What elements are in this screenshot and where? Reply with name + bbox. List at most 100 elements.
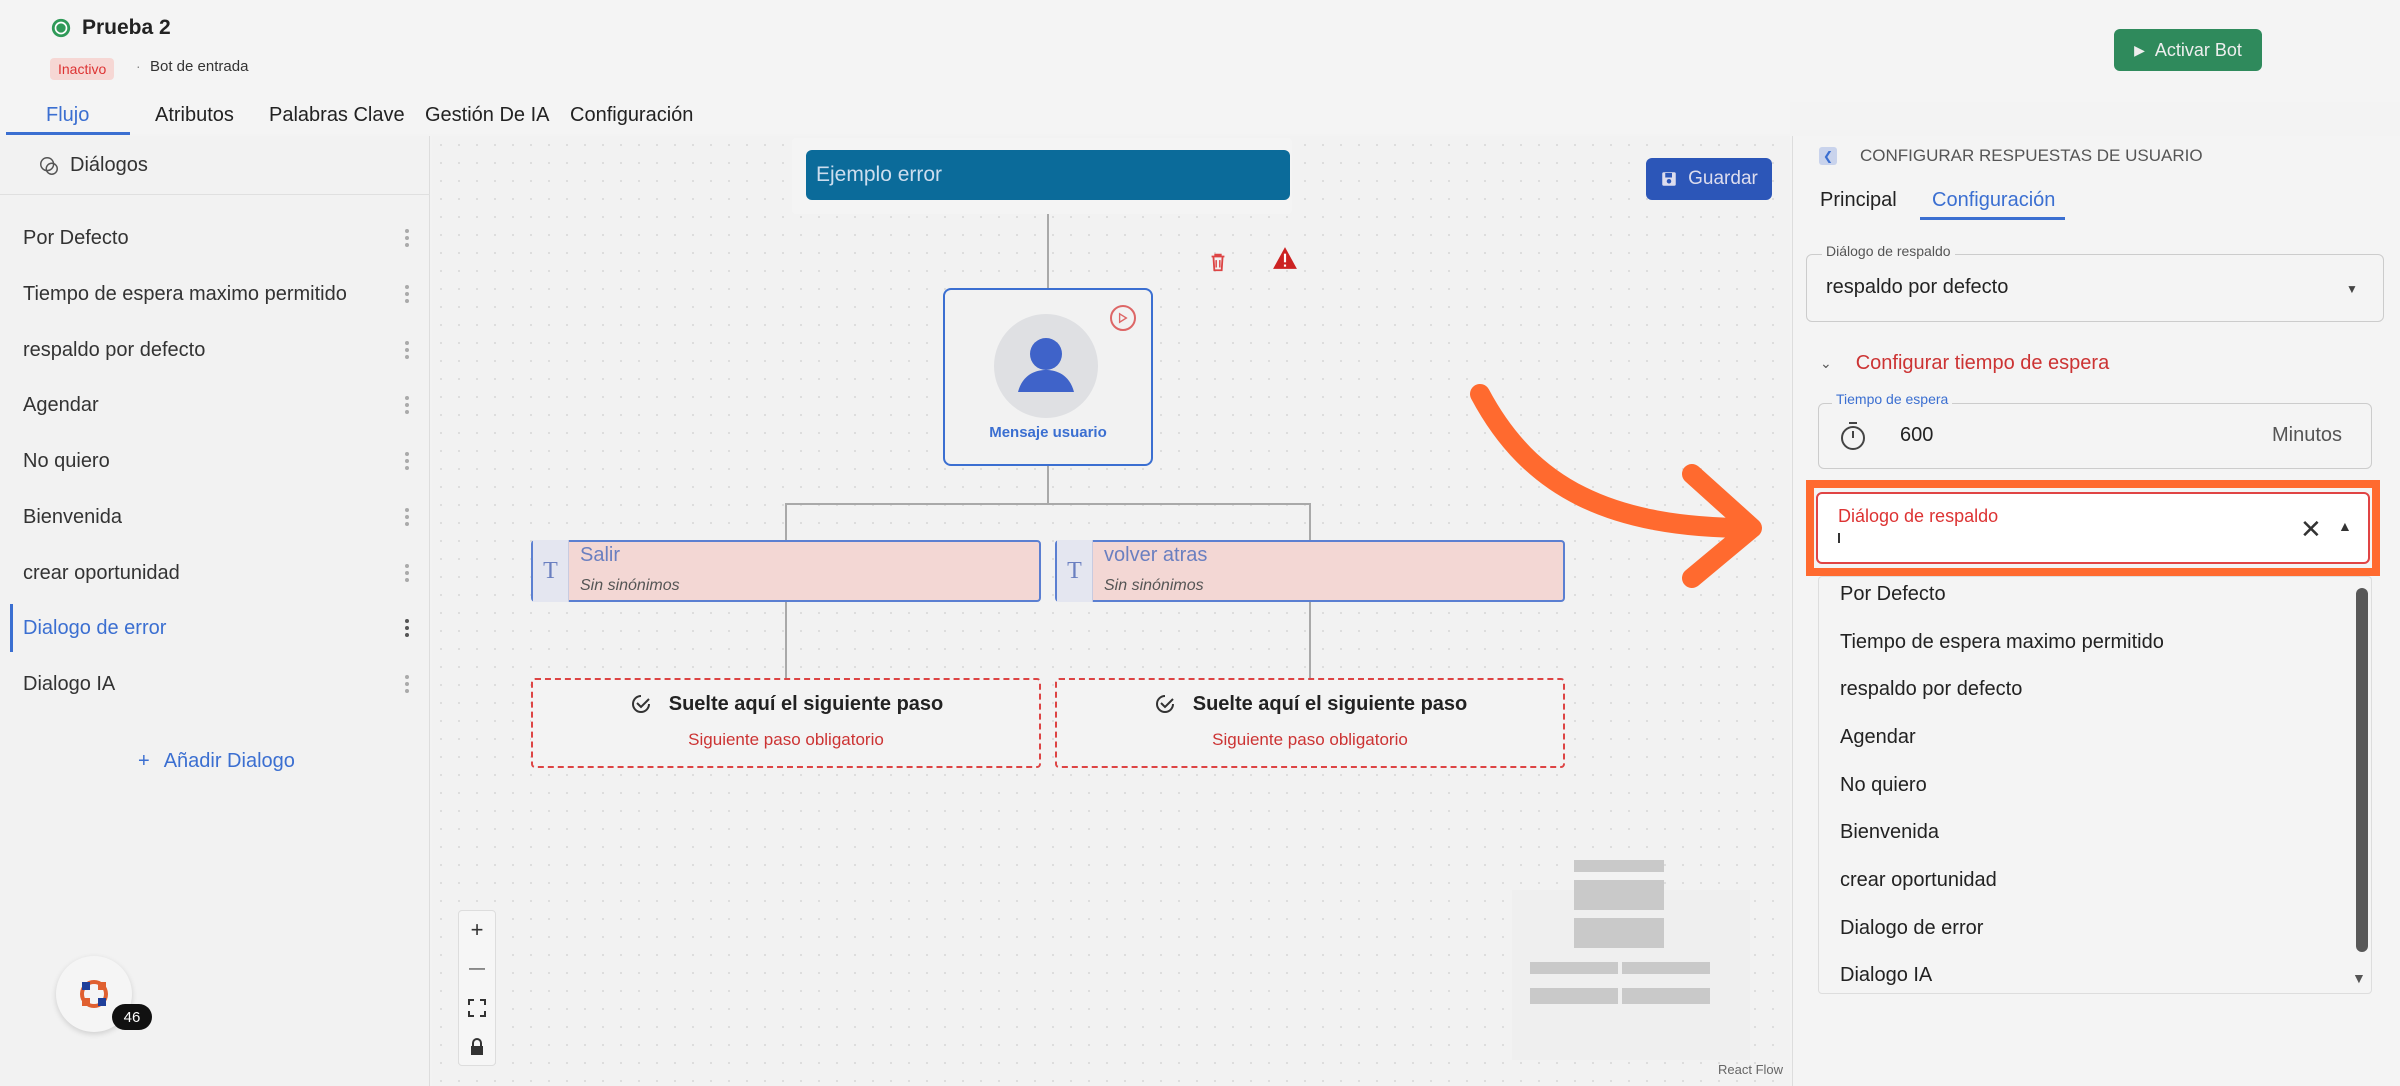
sidebar-item-label: No quiero <box>23 449 110 472</box>
fallback-select-label: Diálogo de respaldo <box>1822 243 1955 259</box>
add-dialog-button[interactable]: + Añadir Dialogo <box>138 750 295 773</box>
timeout-section-toggle[interactable]: ⌄ Configurar tiempo de espera <box>1820 352 2109 375</box>
separator-dot: · <box>136 58 141 74</box>
sidebar-item-dialogo-ia[interactable]: Dialogo IA <box>10 660 420 708</box>
option-title: Salir <box>580 544 621 566</box>
tab-gestion-ia[interactable]: Gestión De IA <box>425 104 550 127</box>
dropdown-option[interactable]: No quiero <box>1840 774 1927 797</box>
connector-line <box>785 602 787 678</box>
dropdown-option[interactable]: Tiempo de espera maximo permitido <box>1840 631 2164 654</box>
more-options-icon[interactable] <box>404 508 410 526</box>
drop-zone-required: Siguiente paso obligatorio <box>1212 730 1408 749</box>
drop-zone-required: Siguiente paso obligatorio <box>688 730 884 749</box>
bot-title: Prueba 2 <box>82 16 171 39</box>
react-flow-attribution[interactable]: React Flow <box>1718 1062 1783 1077</box>
more-options-icon[interactable] <box>404 619 410 637</box>
sidebar-item-agendar[interactable]: Agendar <box>10 381 420 429</box>
zoom-out-button[interactable]: — <box>458 949 496 988</box>
scrollbar[interactable] <box>2356 588 2368 952</box>
sidebar-item-label: crear oportunidad <box>23 561 180 584</box>
tab-configuracion-panel[interactable]: Configuración <box>1932 189 2055 212</box>
user-node-label: Mensaje usuario <box>989 424 1107 441</box>
drop-zone-text: Suelte aquí el siguiente paso <box>668 692 944 715</box>
more-options-icon[interactable] <box>404 341 410 359</box>
lock-icon <box>471 1037 483 1055</box>
sidebar-item-tiempo-espera[interactable]: Tiempo de espera maximo permitido <box>10 270 420 318</box>
fit-view-icon <box>468 998 486 1017</box>
sidebar-item-no-quiero[interactable]: No quiero <box>10 437 420 485</box>
more-options-icon[interactable] <box>404 229 410 247</box>
drop-icon <box>631 695 650 713</box>
connector-line <box>785 503 1310 505</box>
minimap-node <box>1622 988 1710 1004</box>
app-header <box>0 0 2400 102</box>
status-badge: Inactivo <box>50 58 115 80</box>
more-options-icon[interactable] <box>404 675 410 693</box>
activate-bot-label: Activar Bot <box>2154 39 2242 60</box>
more-options-icon[interactable] <box>404 564 410 582</box>
node-settings-icon[interactable] <box>1110 305 1136 331</box>
plus-icon: + <box>138 750 150 772</box>
sidebar-item-crear-oportunidad[interactable]: crear oportunidad <box>10 549 420 597</box>
dropdown-option[interactable]: respaldo por defecto <box>1840 678 2022 701</box>
caret-up-icon[interactable]: ▲ <box>2338 518 2352 534</box>
minimap-node <box>1574 860 1664 872</box>
sidebar-item-por-defecto[interactable]: Por Defecto <box>10 214 420 262</box>
zoom-in-button[interactable]: + <box>458 910 496 949</box>
tab-palabras-clave[interactable]: Palabras Clave <box>269 104 405 127</box>
sidebar-item-label: Dialogo de error <box>23 616 167 639</box>
sidebar-item-label: Dialogo IA <box>23 672 116 695</box>
option-subtitle: Sin sinónimos <box>580 577 680 594</box>
sidebar-item-respaldo[interactable]: respaldo por defecto <box>10 326 420 374</box>
drop-zone-title: Suelte aquí el siguiente paso <box>531 692 1041 716</box>
dialogs-header: Diálogos <box>38 154 148 177</box>
caret-down-icon[interactable]: ▼ <box>2346 282 2358 296</box>
dropdown-option[interactable]: Dialogo de error <box>1840 917 1983 940</box>
dropdown-option[interactable]: crear oportunidad <box>1840 869 1997 892</box>
dropdown-option[interactable]: Agendar <box>1840 726 1916 749</box>
minimap-node <box>1622 962 1710 974</box>
more-options-icon[interactable] <box>404 396 410 414</box>
active-tab-indicator <box>6 132 130 135</box>
whatsapp-icon <box>51 18 71 38</box>
autocomplete-label: Diálogo de respaldo <box>1838 506 1999 526</box>
clear-icon[interactable]: ✕ <box>2300 514 2322 545</box>
fallback-dialog-autocomplete[interactable] <box>1816 492 2370 564</box>
fit-view-button[interactable] <box>458 988 496 1027</box>
timeout-value[interactable]: 600 <box>1900 424 1933 447</box>
more-options-icon[interactable] <box>404 285 410 303</box>
sidebar-item-label: Bienvenida <box>23 505 122 528</box>
option-title: volver atras <box>1104 544 1208 566</box>
warning-icon <box>1273 247 1297 269</box>
timeout-unit: Minutos <box>2272 424 2343 446</box>
drop-zone-text: Suelte aquí el siguiente paso <box>1192 692 1468 715</box>
sidebar-item-dialogo-error[interactable]: Dialogo de error <box>10 604 420 652</box>
timeout-section-title: Configurar tiempo de espera <box>1855 352 2110 374</box>
save-button[interactable]: Guardar <box>1646 158 1772 200</box>
timeout-input-label: Tiempo de espera <box>1832 391 1953 407</box>
connector-line <box>1309 602 1311 678</box>
minimap[interactable] <box>1512 890 1750 1060</box>
more-options-icon[interactable] <box>404 452 410 470</box>
dropdown-option[interactable]: Por Defecto <box>1840 583 1946 606</box>
text-cursor <box>1838 533 1840 543</box>
tab-flujo[interactable]: Flujo <box>46 104 89 127</box>
chat-icon <box>40 156 58 175</box>
tab-principal[interactable]: Principal <box>1820 189 1897 212</box>
tab-atributos[interactable]: Atributos <box>155 104 234 127</box>
activate-bot-button[interactable]: ▶ Activar Bot <box>2114 29 2262 71</box>
node-title[interactable]: Ejemplo error <box>806 150 1290 200</box>
dropdown-option[interactable]: Bienvenida <box>1840 821 1939 844</box>
active-tab-indicator <box>1920 217 2065 220</box>
minimap-node <box>1530 988 1618 1004</box>
scroll-down-icon[interactable]: ▼ <box>2352 970 2366 986</box>
chevron-down-icon: ⌄ <box>1820 355 1832 371</box>
lock-button[interactable] <box>458 1027 496 1066</box>
tab-configuracion[interactable]: Configuración <box>570 104 693 127</box>
trash-icon[interactable] <box>1207 250 1229 274</box>
dropdown-option[interactable]: Dialogo IA <box>1840 964 1932 987</box>
sidebar-item-bienvenida[interactable]: Bienvenida <box>10 493 420 541</box>
notification-count-badge: 46 <box>112 1004 152 1030</box>
collapse-panel-icon[interactable]: ❮ <box>1819 147 1837 165</box>
timer-icon <box>1841 422 1865 450</box>
